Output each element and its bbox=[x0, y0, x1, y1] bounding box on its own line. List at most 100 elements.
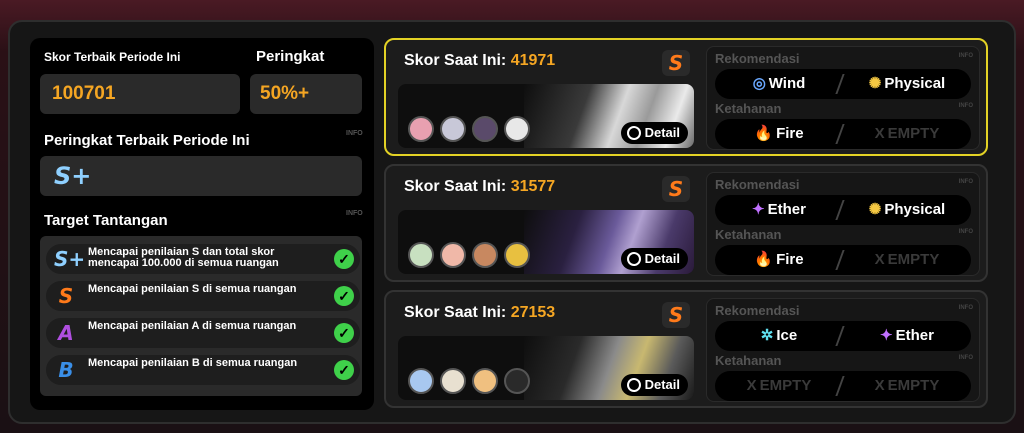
recommendation-label: Rekomendasi bbox=[715, 303, 800, 318]
attribute-tag: ✺ Physical bbox=[843, 195, 971, 225]
rec-pill: ✦ Ether ✺ Physical bbox=[715, 195, 971, 225]
attribute-tag: ✦ Ether bbox=[715, 195, 843, 225]
team-panel[interactable]: Detail bbox=[398, 84, 694, 148]
target-row: B Mencapai penilaian B di semua ruangan … bbox=[46, 355, 360, 385]
team-panel[interactable]: Detail bbox=[398, 210, 694, 274]
info-label[interactable]: INFO bbox=[959, 103, 973, 109]
agent-avatar bbox=[472, 368, 498, 394]
res-pill: X EMPTY X EMPTY bbox=[715, 371, 971, 401]
rec-pill: ✲ Ice ✦ Ether bbox=[715, 321, 971, 351]
rank-s-icon: S bbox=[662, 176, 690, 202]
element-panel: Rekomendasi INFO ✲ Ice ✦ Ether Ketahanan INFO X E… bbox=[706, 298, 980, 402]
info-label[interactable]: INFO bbox=[959, 305, 973, 311]
attribute-tag: X EMPTY bbox=[843, 245, 971, 275]
agent-avatar bbox=[408, 116, 434, 142]
attribute-label: Physical bbox=[884, 75, 946, 92]
agent-avatar bbox=[504, 242, 530, 268]
room-card[interactable]: Skor Saat Ini: 27153 S Detail Rekomendasi IN… bbox=[384, 290, 988, 408]
check-icon: ✓ bbox=[334, 249, 354, 269]
attribute-label: EMPTY bbox=[759, 377, 812, 394]
agent-avatar bbox=[408, 242, 434, 268]
attribute-tag: ◎ Wind bbox=[715, 69, 843, 99]
best-score-value: 100701 bbox=[52, 83, 116, 104]
empty-icon: X bbox=[746, 377, 757, 394]
attribute-tag: X EMPTY bbox=[715, 371, 843, 401]
current-score: Skor Saat Ini: 27153 bbox=[404, 304, 555, 322]
info-label[interactable]: INFO bbox=[959, 53, 973, 59]
room-card[interactable]: Skor Saat Ini: 41971 S Detail Rekomendasi IN… bbox=[384, 38, 988, 156]
rank-b-icon: B bbox=[58, 358, 74, 382]
target-text: Mencapai penilaian B di semua ruangan bbox=[88, 357, 298, 369]
attribute-label: Ether bbox=[895, 327, 934, 344]
info-label[interactable]: INFO bbox=[959, 179, 973, 185]
rank-a-icon: A bbox=[58, 321, 74, 345]
info-label[interactable]: INFO bbox=[346, 130, 363, 137]
physical-icon: ✺ bbox=[868, 75, 882, 92]
target-label: Target Tantangan bbox=[44, 212, 168, 229]
detail-button[interactable]: Detail bbox=[620, 374, 688, 396]
attribute-label: Physical bbox=[884, 201, 946, 218]
attribute-label: EMPTY bbox=[887, 377, 940, 394]
detail-label: Detail bbox=[644, 125, 680, 140]
attribute-label: EMPTY bbox=[887, 251, 940, 268]
rec-pill: ◎ Wind ✺ Physical bbox=[715, 69, 971, 99]
info-label[interactable]: INFO bbox=[346, 210, 363, 217]
detail-button[interactable]: Detail bbox=[620, 122, 688, 144]
attribute-tag: 🔥 Fire bbox=[715, 119, 843, 149]
info-label[interactable]: INFO bbox=[959, 229, 973, 235]
agent-avatar bbox=[440, 368, 466, 394]
attribute-tag: X EMPTY bbox=[843, 371, 971, 401]
resistance-label: Ketahanan bbox=[715, 101, 782, 116]
detail-label: Detail bbox=[644, 377, 680, 392]
target-row: A Mencapai penilaian A di semua ruangan … bbox=[46, 318, 360, 348]
current-score: Skor Saat Ini: 41971 bbox=[404, 52, 555, 70]
best-score-label: Skor Terbaik Periode Ini bbox=[44, 50, 181, 64]
rank-value: 50%+ bbox=[260, 83, 310, 104]
clock-icon bbox=[626, 378, 641, 392]
best-rank-box: S+ bbox=[40, 156, 362, 196]
check-icon: ✓ bbox=[334, 286, 354, 306]
target-row: S+ Mencapai penilaian S dan total skor m… bbox=[46, 244, 360, 274]
agent-avatar bbox=[440, 242, 466, 268]
ice-icon: ✲ bbox=[760, 327, 774, 344]
agent-avatar bbox=[504, 368, 530, 394]
attribute-tag: ✦ Ether bbox=[843, 321, 971, 351]
room-card[interactable]: Skor Saat Ini: 31577 S Detail Rekomendasi IN… bbox=[384, 164, 988, 282]
attribute-tag: ✲ Ice bbox=[715, 321, 843, 351]
attribute-label: EMPTY bbox=[887, 125, 940, 142]
check-icon: ✓ bbox=[334, 360, 354, 380]
attribute-label: Wind bbox=[768, 75, 806, 92]
team-panel[interactable]: Detail bbox=[398, 336, 694, 400]
attribute-label: Ice bbox=[776, 327, 798, 344]
info-label[interactable]: INFO bbox=[959, 355, 973, 361]
detail-button[interactable]: Detail bbox=[620, 248, 688, 270]
agent-avatar bbox=[472, 116, 498, 142]
res-pill: 🔥 Fire X EMPTY bbox=[715, 245, 971, 275]
rank-label: Peringkat bbox=[256, 48, 325, 65]
ether-icon: ✦ bbox=[752, 201, 765, 218]
agent-avatar bbox=[504, 116, 530, 142]
current-score-value: 41971 bbox=[510, 52, 556, 69]
best-rank-badge: S+ bbox=[54, 162, 92, 190]
wind-icon: ◎ bbox=[752, 75, 766, 92]
target-text: Mencapai penilaian S dan total skor menc… bbox=[88, 246, 279, 269]
current-score-value: 31577 bbox=[510, 178, 556, 195]
left-panel: Skor Terbaik Periode Ini 100701 Peringka… bbox=[30, 38, 374, 410]
resistance-label: Ketahanan bbox=[715, 227, 782, 242]
res-pill: 🔥 Fire X EMPTY bbox=[715, 119, 971, 149]
rank-s-plus-icon: S+ bbox=[54, 247, 86, 271]
recommendation-label: Rekomendasi bbox=[715, 51, 800, 66]
element-panel: Rekomendasi INFO ✦ Ether ✺ Physical Ketahanan I… bbox=[706, 172, 980, 276]
current-score-label: Skor Saat Ini: bbox=[404, 178, 507, 195]
fire-icon: 🔥 bbox=[754, 251, 774, 268]
current-score-label: Skor Saat Ini: bbox=[404, 304, 507, 321]
empty-icon: X bbox=[874, 125, 885, 142]
agent-avatar bbox=[440, 116, 466, 142]
attribute-label: Fire bbox=[776, 125, 804, 142]
fire-icon: 🔥 bbox=[754, 125, 774, 142]
current-score: Skor Saat Ini: 31577 bbox=[404, 178, 555, 196]
detail-label: Detail bbox=[644, 251, 680, 266]
current-score-value: 27153 bbox=[510, 304, 556, 321]
clock-icon bbox=[626, 252, 641, 266]
physical-icon: ✺ bbox=[868, 201, 882, 218]
